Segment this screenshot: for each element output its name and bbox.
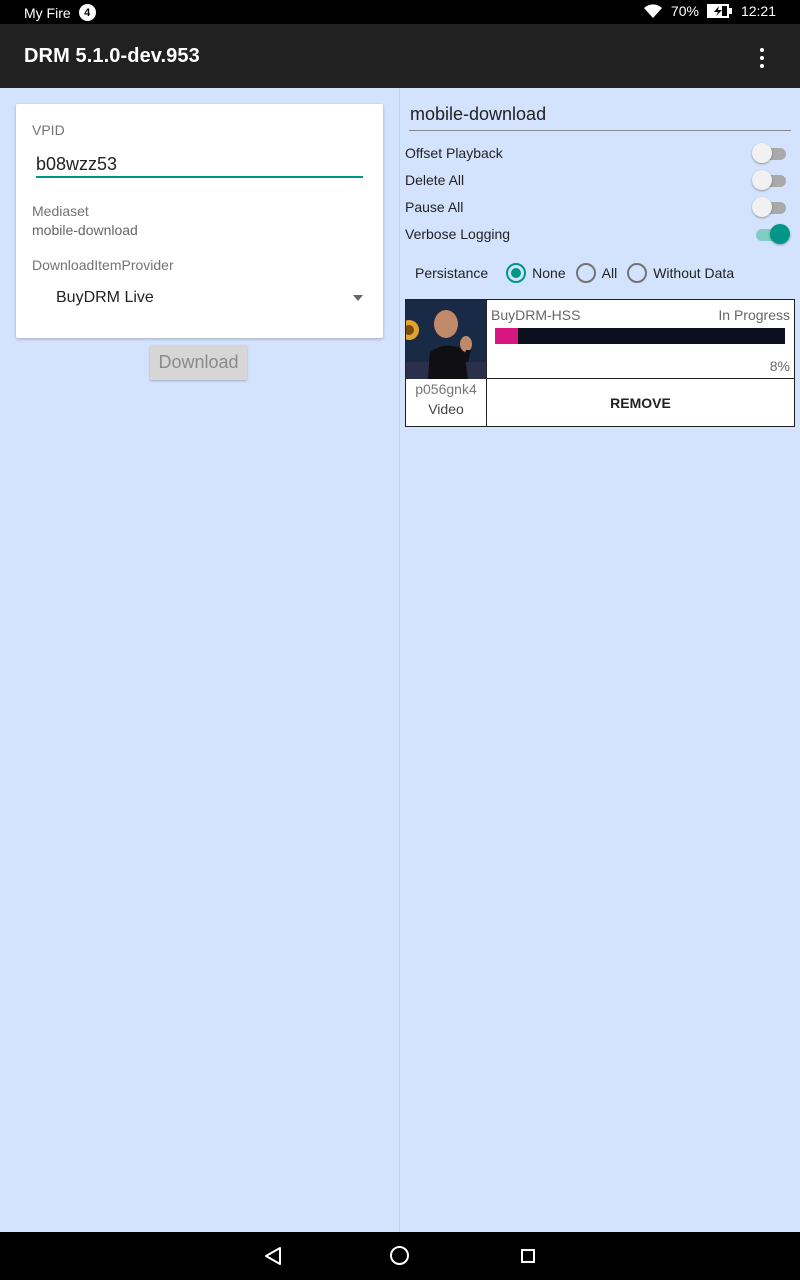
home-icon[interactable] [390, 1246, 409, 1265]
video-thumbnail[interactable] [406, 300, 486, 379]
notification-count-badge: 4 [78, 4, 96, 21]
offset-playback-label: Offset Playback [405, 145, 503, 161]
verbose-logging-toggle[interactable] [752, 223, 790, 245]
item-progress-percent: 8% [769, 358, 790, 374]
switch-row-offset-playback: Offset Playback [405, 142, 790, 164]
item-provider: BuyDRM-HSS [491, 307, 581, 323]
battery-charging-icon [706, 4, 732, 18]
persistance-all-label[interactable]: All [602, 265, 618, 281]
download-progress-fill [495, 328, 519, 344]
app-title: DRM 5.1.0-dev.953 [24, 45, 200, 67]
provider-selected-value: BuyDRM Live [56, 289, 154, 306]
remove-button[interactable]: REMOVE [487, 379, 794, 426]
provider-dropdown[interactable]: BuyDRM Live [32, 282, 367, 316]
clock: 12:21 [740, 3, 776, 19]
verbose-logging-label: Verbose Logging [405, 226, 511, 242]
download-item: BuyDRM-HSS In Progress 8% p056gnk4 Video… [405, 299, 795, 427]
vpid-label: VPID [32, 122, 65, 138]
mediaset-input[interactable]: mobile-download [409, 104, 791, 131]
recents-icon[interactable] [521, 1249, 535, 1263]
delete-all-label: Delete All [405, 172, 465, 188]
overflow-menu-icon[interactable] [748, 44, 776, 72]
provider-label: DownloadItemProvider [32, 257, 174, 273]
battery-percent: 70% [670, 3, 699, 19]
persistance-without-data-radio[interactable] [627, 263, 648, 283]
pause-all-label: Pause All [405, 199, 464, 215]
dropdown-arrow-icon [353, 295, 363, 301]
persistance-without-data-label[interactable]: Without Data [653, 265, 734, 281]
offset-playback-toggle[interactable] [752, 142, 790, 164]
persistance-label: Persistance [415, 265, 489, 281]
wifi-icon [643, 4, 662, 18]
item-vpid: p056gnk4 [415, 381, 477, 397]
mediaset-value: mobile-download [32, 222, 138, 238]
back-icon[interactable] [264, 1247, 282, 1265]
status-bar: My Fire 4 70% 12:21 [0, 0, 800, 24]
pause-all-toggle[interactable] [752, 196, 790, 218]
switch-row-verbose-logging: Verbose Logging [405, 223, 790, 245]
persistance-group: Persistance None All Without Data [415, 262, 734, 284]
persistance-none-label[interactable]: None [532, 265, 565, 281]
app-bar: DRM 5.1.0-dev.953 [0, 24, 800, 88]
download-button[interactable]: Download [150, 345, 247, 380]
item-status: In Progress [718, 307, 790, 323]
switch-row-delete-all: Delete All [405, 169, 790, 191]
item-kind: Video [428, 401, 464, 417]
pane-divider [399, 88, 400, 1232]
persistance-all-radio[interactable] [575, 263, 596, 283]
download-form-card: VPID Mediaset mobile-download DownloadIt… [16, 104, 383, 338]
carrier-label: My Fire [24, 4, 71, 21]
vpid-input[interactable] [36, 152, 363, 178]
navigation-bar [0, 1232, 800, 1280]
delete-all-toggle[interactable] [752, 169, 790, 191]
mediaset-label: Mediaset [32, 203, 89, 219]
persistance-none-radio[interactable] [506, 263, 527, 283]
download-progress-bar [495, 328, 785, 344]
switch-row-pause-all: Pause All [405, 196, 790, 218]
